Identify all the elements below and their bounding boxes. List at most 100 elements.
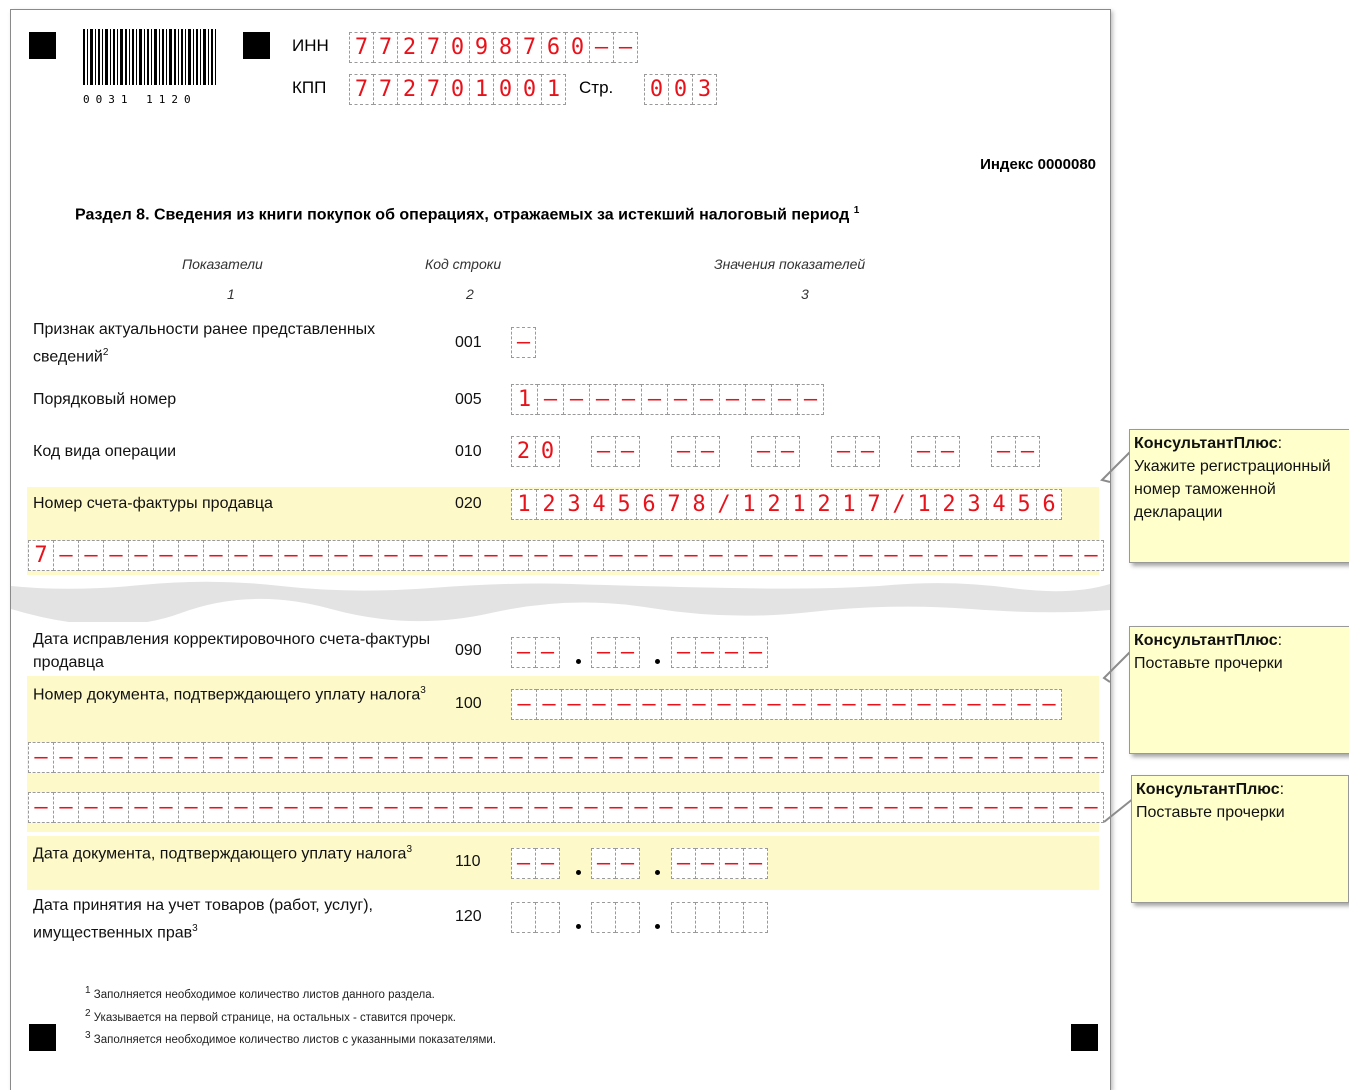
form-cell[interactable]: –: [991, 436, 1016, 467]
form-cell[interactable]: 0: [535, 436, 560, 467]
form-cell[interactable]: –: [103, 742, 129, 773]
form-cell[interactable]: –: [578, 742, 604, 773]
form-cell[interactable]: 4: [586, 489, 612, 520]
form-cell[interactable]: 2: [811, 489, 837, 520]
form-cell[interactable]: –: [828, 792, 854, 823]
form-cell[interactable]: –: [403, 540, 429, 571]
form-cell[interactable]: 0: [493, 74, 518, 105]
form-cell[interactable]: –: [1011, 689, 1037, 720]
form-cell[interactable]: –: [589, 32, 614, 63]
form-cell[interactable]: –: [203, 540, 229, 571]
form-cell[interactable]: –: [853, 792, 879, 823]
form-cell[interactable]: –: [578, 792, 604, 823]
form-cell[interactable]: –: [103, 792, 129, 823]
form-cell[interactable]: –: [628, 792, 654, 823]
form-cell[interactable]: –: [328, 742, 354, 773]
form-cell[interactable]: 3: [692, 74, 717, 105]
form-cell[interactable]: 8: [686, 489, 712, 520]
form-cell[interactable]: –: [615, 384, 642, 415]
form-cell[interactable]: 7: [421, 32, 446, 63]
form-cell[interactable]: –: [671, 436, 696, 467]
form-cell[interactable]: [671, 902, 696, 933]
form-cell[interactable]: –: [803, 742, 829, 773]
form-cell[interactable]: –: [641, 384, 668, 415]
form-cell[interactable]: –: [836, 689, 862, 720]
form-cell[interactable]: –: [403, 792, 429, 823]
form-cell[interactable]: 0: [668, 74, 693, 105]
form-cell[interactable]: –: [303, 742, 329, 773]
form-cell[interactable]: –: [711, 689, 737, 720]
form-cell[interactable]: –: [153, 540, 179, 571]
form-cell[interactable]: –: [935, 436, 960, 467]
form-cell[interactable]: –: [911, 436, 936, 467]
form-cell[interactable]: –: [903, 540, 929, 571]
form-cell[interactable]: –: [535, 848, 560, 879]
form-cell[interactable]: 7: [421, 74, 446, 105]
form-cell[interactable]: –: [78, 540, 104, 571]
form-cell[interactable]: –: [453, 540, 479, 571]
form-cell[interactable]: –: [719, 848, 744, 879]
form-cell[interactable]: –: [693, 384, 720, 415]
form-cell[interactable]: –: [591, 848, 616, 879]
form-cell[interactable]: /: [886, 489, 912, 520]
form-cell[interactable]: 9: [469, 32, 494, 63]
form-cell[interactable]: –: [1003, 540, 1029, 571]
form-cell[interactable]: –: [753, 792, 779, 823]
form-cell[interactable]: –: [603, 540, 629, 571]
form-cell[interactable]: –: [553, 742, 579, 773]
form-cell[interactable]: –: [578, 540, 604, 571]
form-cell[interactable]: –: [695, 637, 720, 668]
form-cell[interactable]: –: [753, 742, 779, 773]
form-cell[interactable]: –: [53, 540, 79, 571]
form-cell[interactable]: –: [653, 792, 679, 823]
form-cell[interactable]: –: [453, 792, 479, 823]
form-cell[interactable]: 6: [541, 32, 566, 63]
form-cell[interactable]: –: [1015, 436, 1040, 467]
form-cell[interactable]: –: [528, 540, 554, 571]
form-cell[interactable]: [535, 902, 560, 933]
form-cell[interactable]: –: [203, 742, 229, 773]
form-cell[interactable]: –: [719, 384, 746, 415]
form-cell[interactable]: –: [695, 436, 720, 467]
form-cell[interactable]: –: [511, 327, 536, 358]
form-cell[interactable]: 2: [536, 489, 562, 520]
form-cell[interactable]: –: [228, 792, 254, 823]
form-cell[interactable]: –: [603, 742, 629, 773]
form-cell[interactable]: –: [1053, 742, 1079, 773]
form-cell[interactable]: –: [803, 540, 829, 571]
form-cell[interactable]: –: [613, 32, 638, 63]
form-cell[interactable]: –: [611, 689, 637, 720]
form-cell[interactable]: –: [986, 689, 1012, 720]
form-cell[interactable]: 2: [936, 489, 962, 520]
form-cell[interactable]: –: [1053, 792, 1079, 823]
form-cell[interactable]: –: [378, 742, 404, 773]
form-cell[interactable]: –: [511, 848, 536, 879]
form-cell[interactable]: –: [1036, 689, 1062, 720]
form-cell[interactable]: –: [903, 792, 929, 823]
form-cell[interactable]: –: [536, 689, 562, 720]
form-cell[interactable]: –: [563, 384, 590, 415]
form-cell[interactable]: –: [428, 742, 454, 773]
form-cell[interactable]: 7: [661, 489, 687, 520]
form-cell[interactable]: 0: [445, 32, 470, 63]
form-cell[interactable]: 1: [511, 384, 538, 415]
form-cell[interactable]: –: [503, 792, 529, 823]
form-cell[interactable]: –: [911, 689, 937, 720]
form-cell[interactable]: –: [775, 436, 800, 467]
form-cell[interactable]: –: [853, 540, 879, 571]
form-cell[interactable]: 1: [736, 489, 762, 520]
form-cell[interactable]: –: [478, 540, 504, 571]
form-cell[interactable]: –: [797, 384, 824, 415]
form-cell[interactable]: 2: [761, 489, 787, 520]
form-cell[interactable]: –: [503, 540, 529, 571]
form-cell[interactable]: [591, 902, 616, 933]
form-cell[interactable]: –: [28, 792, 54, 823]
form-cell[interactable]: –: [511, 689, 537, 720]
form-cell[interactable]: –: [828, 742, 854, 773]
form-cell[interactable]: –: [128, 540, 154, 571]
form-cell[interactable]: –: [878, 540, 904, 571]
form-cell[interactable]: –: [936, 689, 962, 720]
form-cell[interactable]: –: [203, 792, 229, 823]
form-cell[interactable]: –: [703, 540, 729, 571]
form-cell[interactable]: –: [328, 792, 354, 823]
